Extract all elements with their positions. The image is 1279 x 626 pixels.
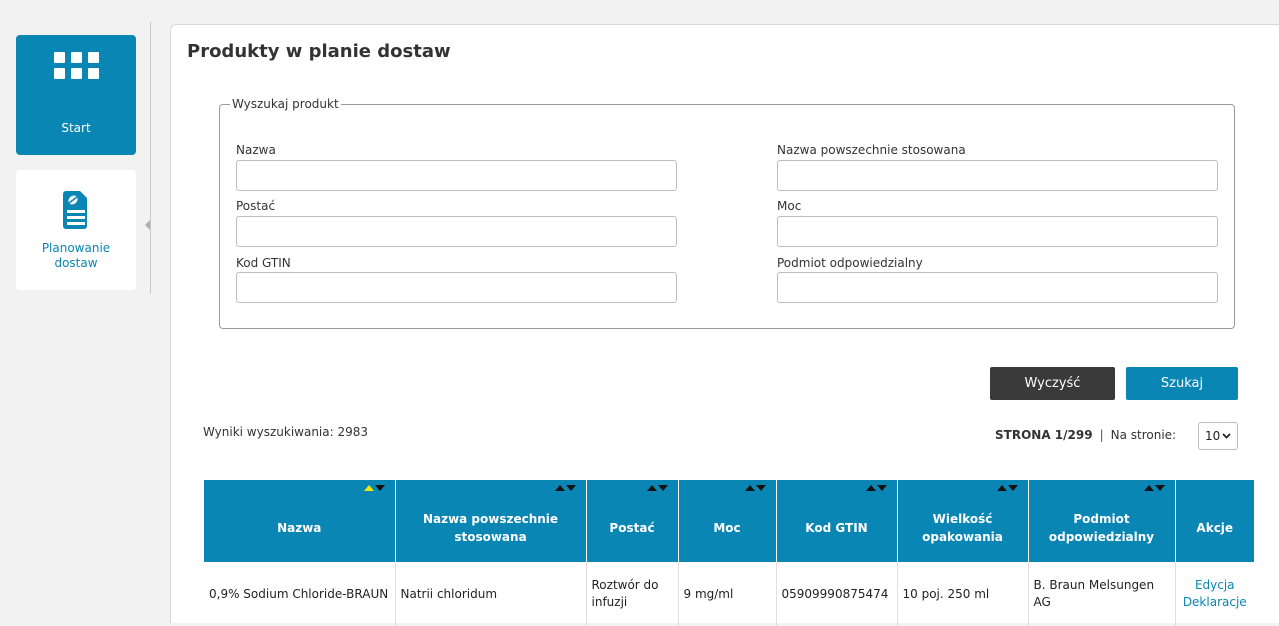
strength-input[interactable]: [777, 216, 1218, 247]
sort-icon[interactable]: [554, 485, 576, 491]
results-count: Wyniki wyszukiwania: 2983: [203, 425, 369, 439]
column-header-label: Wielkość opakowania: [922, 512, 1003, 544]
per-page-label: Na stronie:: [1110, 428, 1177, 442]
column-header-label: Nazwa: [277, 521, 322, 535]
cell-gtin: 05909990875474: [776, 562, 898, 626]
cell-form: Roztwór do infuzji: [586, 562, 679, 626]
sort-icon[interactable]: [646, 485, 668, 491]
sidebar-item-label: Planowanie dostaw: [42, 241, 110, 271]
search-button[interactable]: Szukaj: [1126, 367, 1238, 400]
column-header-nazwa[interactable]: Nazwa: [204, 480, 396, 562]
name-label: Nazwa: [236, 143, 276, 157]
per-page-value: 10: [1205, 429, 1221, 443]
pager-separator: |: [1099, 428, 1104, 442]
search-form-legend: Wyszukaj produkt: [232, 97, 339, 111]
main-panel: Produkty w planie dostaw Wyszukaj produk…: [170, 24, 1279, 626]
cell-package: 10 poj. 250 ml: [897, 562, 1029, 626]
sort-icon[interactable]: [1143, 485, 1165, 491]
pagination-info: STRONA 1/299 | Na stronie:: [995, 428, 1176, 442]
table-row: 0,9% Sodium Chloride-BRAUN Natrii chlori…: [204, 562, 1254, 626]
sort-icon[interactable]: [363, 485, 385, 491]
column-header-gtin[interactable]: Kod GTIN: [776, 480, 898, 562]
sort-icon[interactable]: [865, 485, 887, 491]
column-header-label: Akcje: [1196, 521, 1234, 535]
sidebar-label-line-1: Planowanie: [41, 241, 111, 255]
column-header-label: Moc: [713, 521, 741, 535]
column-header-entity[interactable]: Podmiot odpowiedzialny: [1028, 480, 1176, 562]
declarations-link[interactable]: Deklaracje: [1181, 594, 1250, 611]
strength-label: Moc: [777, 199, 802, 213]
cell-name: 0,9% Sodium Chloride-BRAUN: [204, 562, 396, 626]
column-header-strength[interactable]: Moc: [678, 480, 777, 562]
search-form: Wyszukaj produkt Nazwa Nazwa powszechnie…: [219, 97, 1235, 329]
results-table: Nazwa Nazwa powszechnie stosowana Postać…: [204, 480, 1254, 626]
sort-icon[interactable]: [996, 485, 1018, 491]
chevron-down-icon: [1222, 433, 1231, 439]
cell-actions: Edycja Deklaracje: [1175, 562, 1254, 626]
form-input[interactable]: [236, 216, 677, 247]
gtin-label: Kod GTIN: [236, 256, 291, 270]
page-title: Produkty w planie dostaw: [187, 41, 451, 62]
sort-icon[interactable]: [744, 485, 766, 491]
edit-link[interactable]: Edycja: [1181, 577, 1250, 594]
cell-entity: B. Braun Melsungen AG: [1028, 562, 1176, 626]
entity-input[interactable]: [777, 272, 1218, 303]
table-header-row: Nazwa Nazwa powszechnie stosowana Postać…: [204, 480, 1254, 562]
column-header-label: Podmiot odpowiedzialny: [1048, 512, 1155, 544]
collapse-sidebar-icon[interactable]: [145, 220, 150, 230]
grid-icon: [53, 52, 99, 79]
entity-label: Podmiot odpowiedzialny: [777, 256, 923, 270]
name-input[interactable]: [236, 160, 677, 191]
column-header-label: Postać: [609, 521, 655, 535]
document-icon: [63, 191, 87, 229]
common-name-input[interactable]: [777, 160, 1218, 191]
column-header-package[interactable]: Wielkość opakowania: [897, 480, 1029, 562]
column-header-actions: Akcje: [1175, 480, 1254, 562]
sidebar-divider: [150, 22, 151, 294]
page-number: STRONA 1/299: [995, 428, 1093, 442]
sidebar-item-label: Start: [61, 121, 91, 135]
sidebar-label-line-2: dostaw: [54, 256, 98, 270]
column-header-label: Kod GTIN: [805, 521, 868, 535]
cell-strength: 9 mg/ml: [678, 562, 777, 626]
column-header-form[interactable]: Postać: [586, 480, 679, 562]
gtin-input[interactable]: [236, 272, 677, 303]
column-header-label: Nazwa powszechnie stosowana: [422, 512, 559, 544]
sidebar-item-planowanie-dostaw[interactable]: Planowanie dostaw: [16, 170, 136, 290]
cell-common-name: Natrii chloridum: [395, 562, 587, 626]
column-header-common-name[interactable]: Nazwa powszechnie stosowana: [395, 480, 587, 562]
sidebar-item-start[interactable]: Start: [16, 35, 136, 155]
clear-button[interactable]: Wyczyść: [990, 367, 1115, 400]
form-label: Postać: [236, 199, 276, 213]
per-page-select[interactable]: 10: [1198, 422, 1238, 450]
common-name-label: Nazwa powszechnie stosowana: [777, 143, 966, 157]
